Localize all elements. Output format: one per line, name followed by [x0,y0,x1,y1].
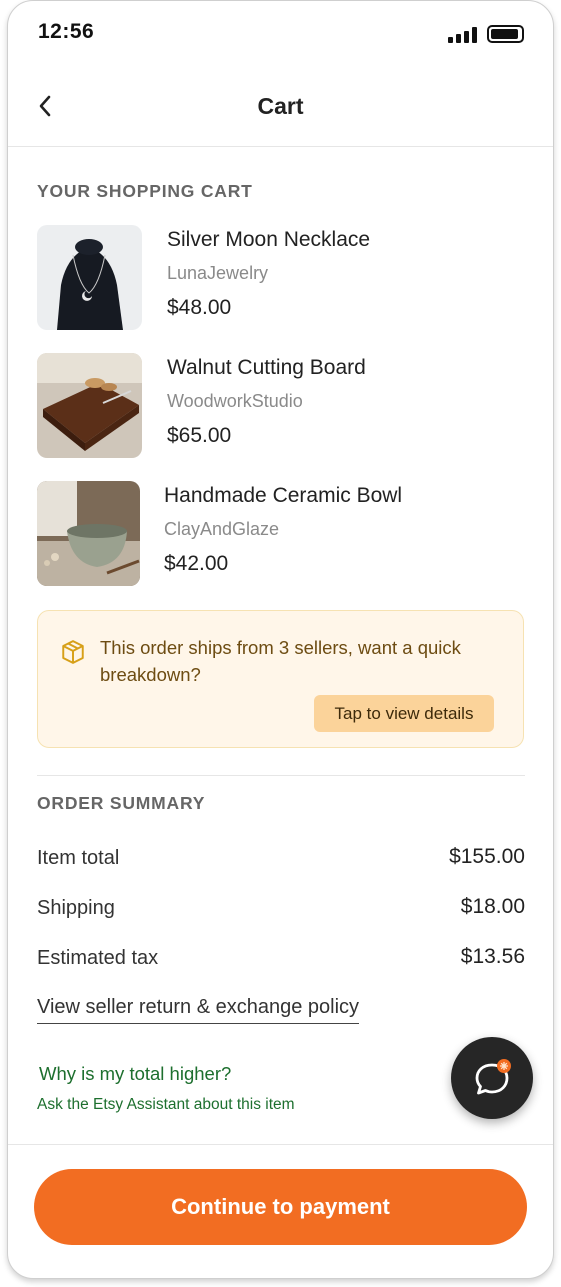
cart-item[interactable]: Walnut Cutting Board WoodworkStudio $65.… [37,353,527,459]
summary-row-tax: Estimated tax $13.56 [37,945,525,970]
multi-seller-notice: This order ships from 3 sellers, want a … [37,610,524,748]
item-price: $42.00 [164,552,229,575]
item-seller: LunaJewelry [167,263,269,283]
item-price: $65.00 [167,424,232,447]
summary-value: $13.56 [460,945,525,968]
view-details-button[interactable]: Tap to view details [314,695,494,732]
item-price: $48.00 [167,296,232,319]
notice-text: This order ships from 3 sellers, want a … [100,637,461,685]
item-name: Handmade Ceramic Bowl [164,484,403,507]
summary-label: Shipping [37,897,115,919]
signal-icon [448,27,480,43]
continue-to-payment-button[interactable]: Continue to payment [34,1169,527,1245]
phone-frame: 12:56 Cart YOUR SHOPPING CART Silver Moo… [7,0,554,1279]
item-seller: WoodworkStudio [167,391,303,411]
summary-row-shipping: Shipping $18.00 [37,895,525,920]
footer-divider [8,1144,553,1145]
summary-row-item-total: Item total $155.00 [37,845,525,870]
section-divider [37,775,525,776]
chat-bubble-icon [475,1059,511,1095]
cart-section-label: YOUR SHOPPING CART [37,181,253,201]
ask-assistant-link[interactable]: Ask the Etsy Assistant about this item [37,1096,295,1114]
page-title: Cart [257,93,304,119]
package-icon [60,639,86,665]
cart-item[interactable]: Silver Moon Necklace LunaJewelry $48.00 [37,225,527,331]
item-name: Walnut Cutting Board [167,356,366,379]
necklace-thumbnail [37,225,142,330]
header-divider [8,146,553,147]
summary-label: Estimated tax [37,947,159,969]
summary-section-label: ORDER SUMMARY [37,793,206,813]
cart-item[interactable]: Handmade Ceramic Bowl ClayAndGlaze $42.0… [37,481,527,587]
summary-value: $155.00 [449,845,525,868]
cutting-board-thumbnail [37,353,142,458]
summary-value: $18.00 [460,895,525,918]
battery-icon [487,25,524,43]
item-seller: ClayAndGlaze [164,519,280,539]
summary-label: Item total [37,847,120,869]
status-time: 12:56 [38,20,95,43]
item-name: Silver Moon Necklace [167,228,371,251]
return-policy-link[interactable]: View seller return & exchange policy [37,996,360,1024]
assistant-chat-button[interactable] [451,1037,533,1119]
ceramic-bowl-thumbnail [37,481,140,586]
why-total-higher-link[interactable]: Why is my total higher? [39,1063,231,1085]
